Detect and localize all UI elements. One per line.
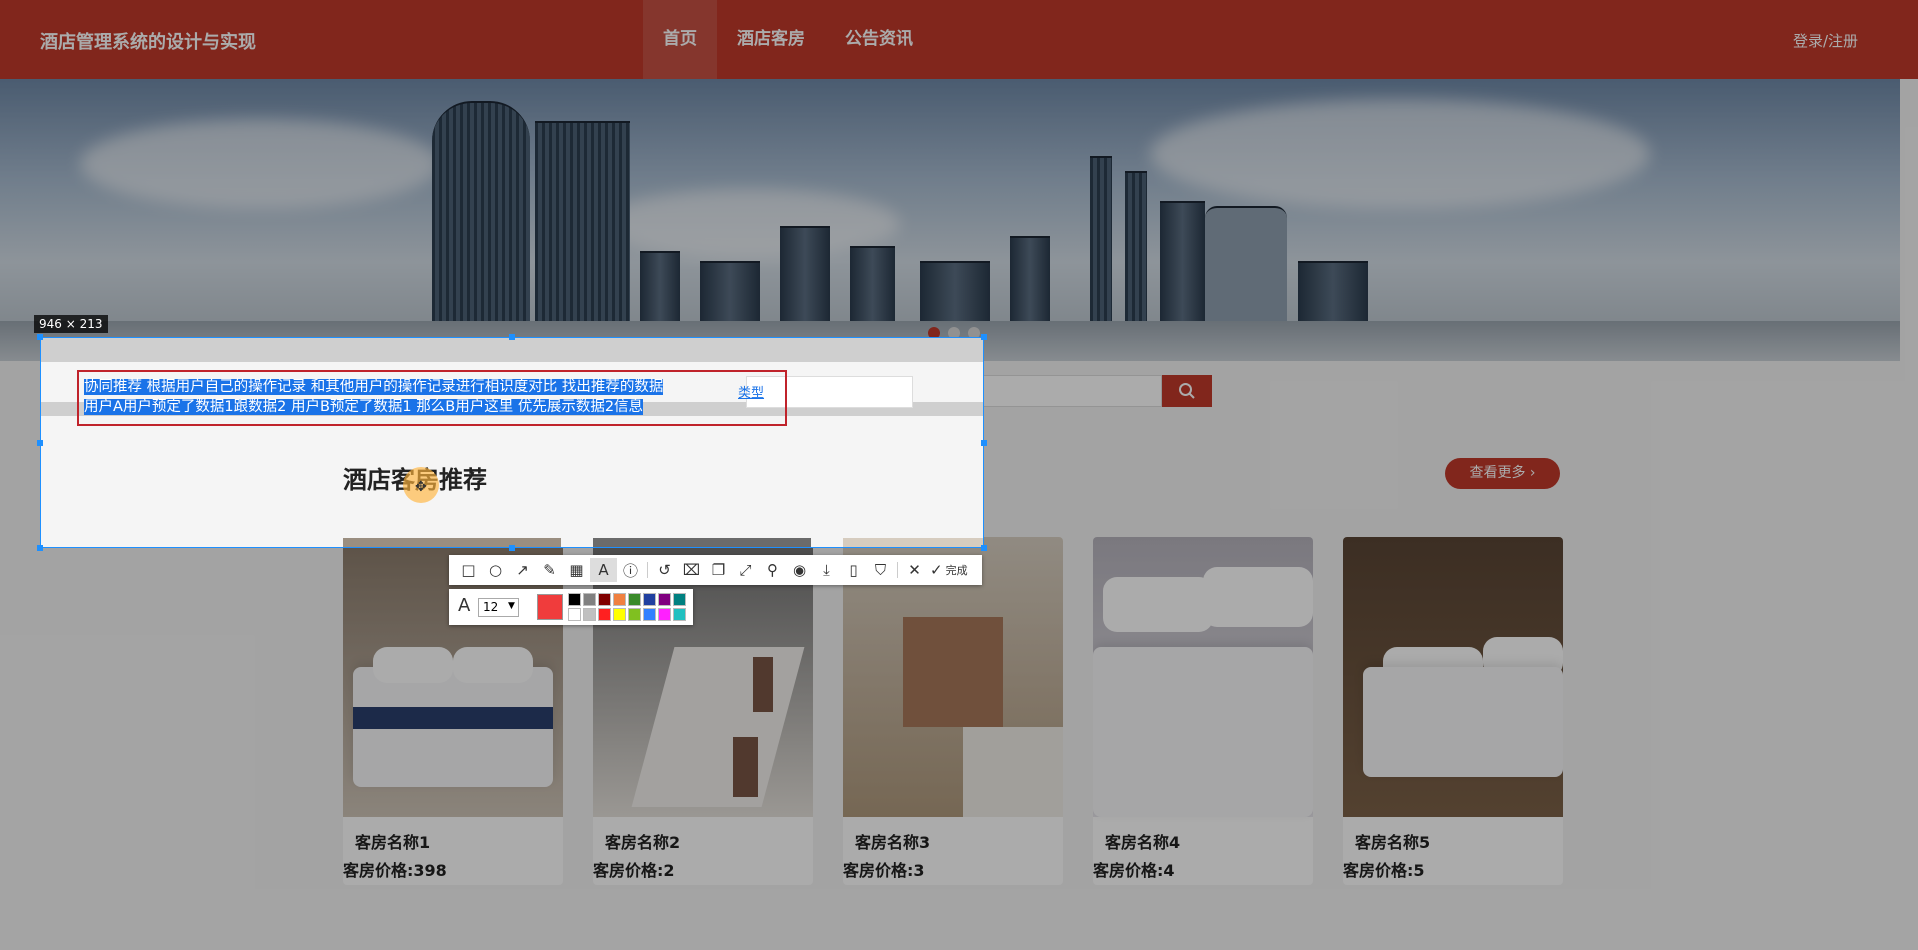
mosaic-tool-icon[interactable]: ▦ [563, 558, 590, 582]
chevron-down-icon: ▼ [508, 601, 515, 611]
color-swatch[interactable] [598, 593, 611, 606]
color-swatch[interactable] [658, 593, 671, 606]
annotation-text-line: 协同推荐 根据用户自己的操作记录 和其他用户的操作记录进行相识度对比 找出推荐的… [84, 379, 664, 395]
color-swatch[interactable] [568, 608, 581, 621]
resize-handle[interactable] [37, 545, 43, 551]
selection-card-top [343, 538, 561, 547]
toolbar-divider [647, 562, 648, 578]
phone-icon[interactable]: ▯ [840, 558, 867, 582]
font-icon: A [458, 595, 471, 616]
current-color-swatch[interactable] [537, 594, 563, 620]
color-swatch[interactable] [583, 593, 596, 606]
text-tool-icon[interactable]: A [590, 558, 617, 582]
number-tool-icon[interactable]: ⓘ [617, 558, 644, 582]
move-cursor-icon: ✥ [415, 479, 427, 495]
color-swatch[interactable] [598, 608, 611, 621]
download-icon[interactable]: ⤓ [813, 558, 840, 582]
selection-card-top [843, 538, 983, 547]
screenshot-toolbar: □ ○ ↗ ✎ ▦ A ⓘ ↺ ⌧ ❐ ⤢ ⚲ ◉ ⤓ ▯ ⛉ ✕ ✓ 完成 [449, 555, 982, 585]
selection-card-top [593, 538, 811, 547]
selection-size-label: 946 × 213 [34, 315, 108, 333]
check-icon: ✓ [930, 561, 943, 579]
pencil-tool-icon[interactable]: ✎ [536, 558, 563, 582]
toolbar-divider [897, 562, 898, 578]
done-label: 完成 [945, 564, 968, 577]
text-style-toolbar: A 12 ▼ [449, 589, 693, 625]
annotation-text-line: 用户A用户预定了数据1跟数据2 用户B预定了数据1 那么B用户这里 优先展示数据… [84, 399, 644, 415]
resize-handle[interactable] [37, 334, 43, 340]
copy-icon[interactable]: ❐ [705, 558, 732, 582]
bookmark-icon[interactable]: ⛉ [867, 558, 894, 582]
rectangle-tool-icon[interactable]: □ [455, 558, 482, 582]
resize-handle[interactable] [37, 440, 43, 446]
resize-handle[interactable] [981, 545, 987, 551]
resize-handle[interactable] [509, 545, 515, 551]
resize-handle[interactable] [981, 334, 987, 340]
color-swatch[interactable] [658, 608, 671, 621]
color-swatch[interactable] [628, 593, 641, 606]
color-swatch[interactable] [673, 593, 686, 606]
color-swatch[interactable] [613, 593, 626, 606]
ellipse-tool-icon[interactable]: ○ [482, 558, 509, 582]
color-swatch[interactable] [628, 608, 641, 621]
scroll-capture-icon[interactable]: ⤢ [732, 558, 759, 582]
color-swatch[interactable] [613, 608, 626, 621]
record-icon[interactable]: ◉ [786, 558, 813, 582]
resize-handle[interactable] [509, 334, 515, 340]
arrow-tool-icon[interactable]: ↗ [509, 558, 536, 582]
annotation-text[interactable]: 协同推荐 根据用户自己的操作记录 和其他用户的操作记录进行相识度对比 找出推荐的… [84, 377, 664, 417]
done-button[interactable]: ✓ 完成 [930, 561, 968, 579]
crop-icon[interactable]: ⌧ [678, 558, 705, 582]
color-swatch[interactable] [568, 593, 581, 606]
color-swatch[interactable] [673, 608, 686, 621]
undo-icon[interactable]: ↺ [651, 558, 678, 582]
screenshot-selection[interactable]: 酒店客房推荐 [40, 337, 984, 548]
color-swatch[interactable] [643, 608, 656, 621]
room-type-fragment: 类型 [738, 386, 765, 401]
color-swatch[interactable] [583, 608, 596, 621]
close-icon[interactable]: ✕ [901, 558, 928, 582]
pin-icon[interactable]: ⚲ [759, 558, 786, 582]
color-swatch[interactable] [643, 593, 656, 606]
resize-handle[interactable] [981, 440, 987, 446]
color-palette [568, 593, 686, 621]
